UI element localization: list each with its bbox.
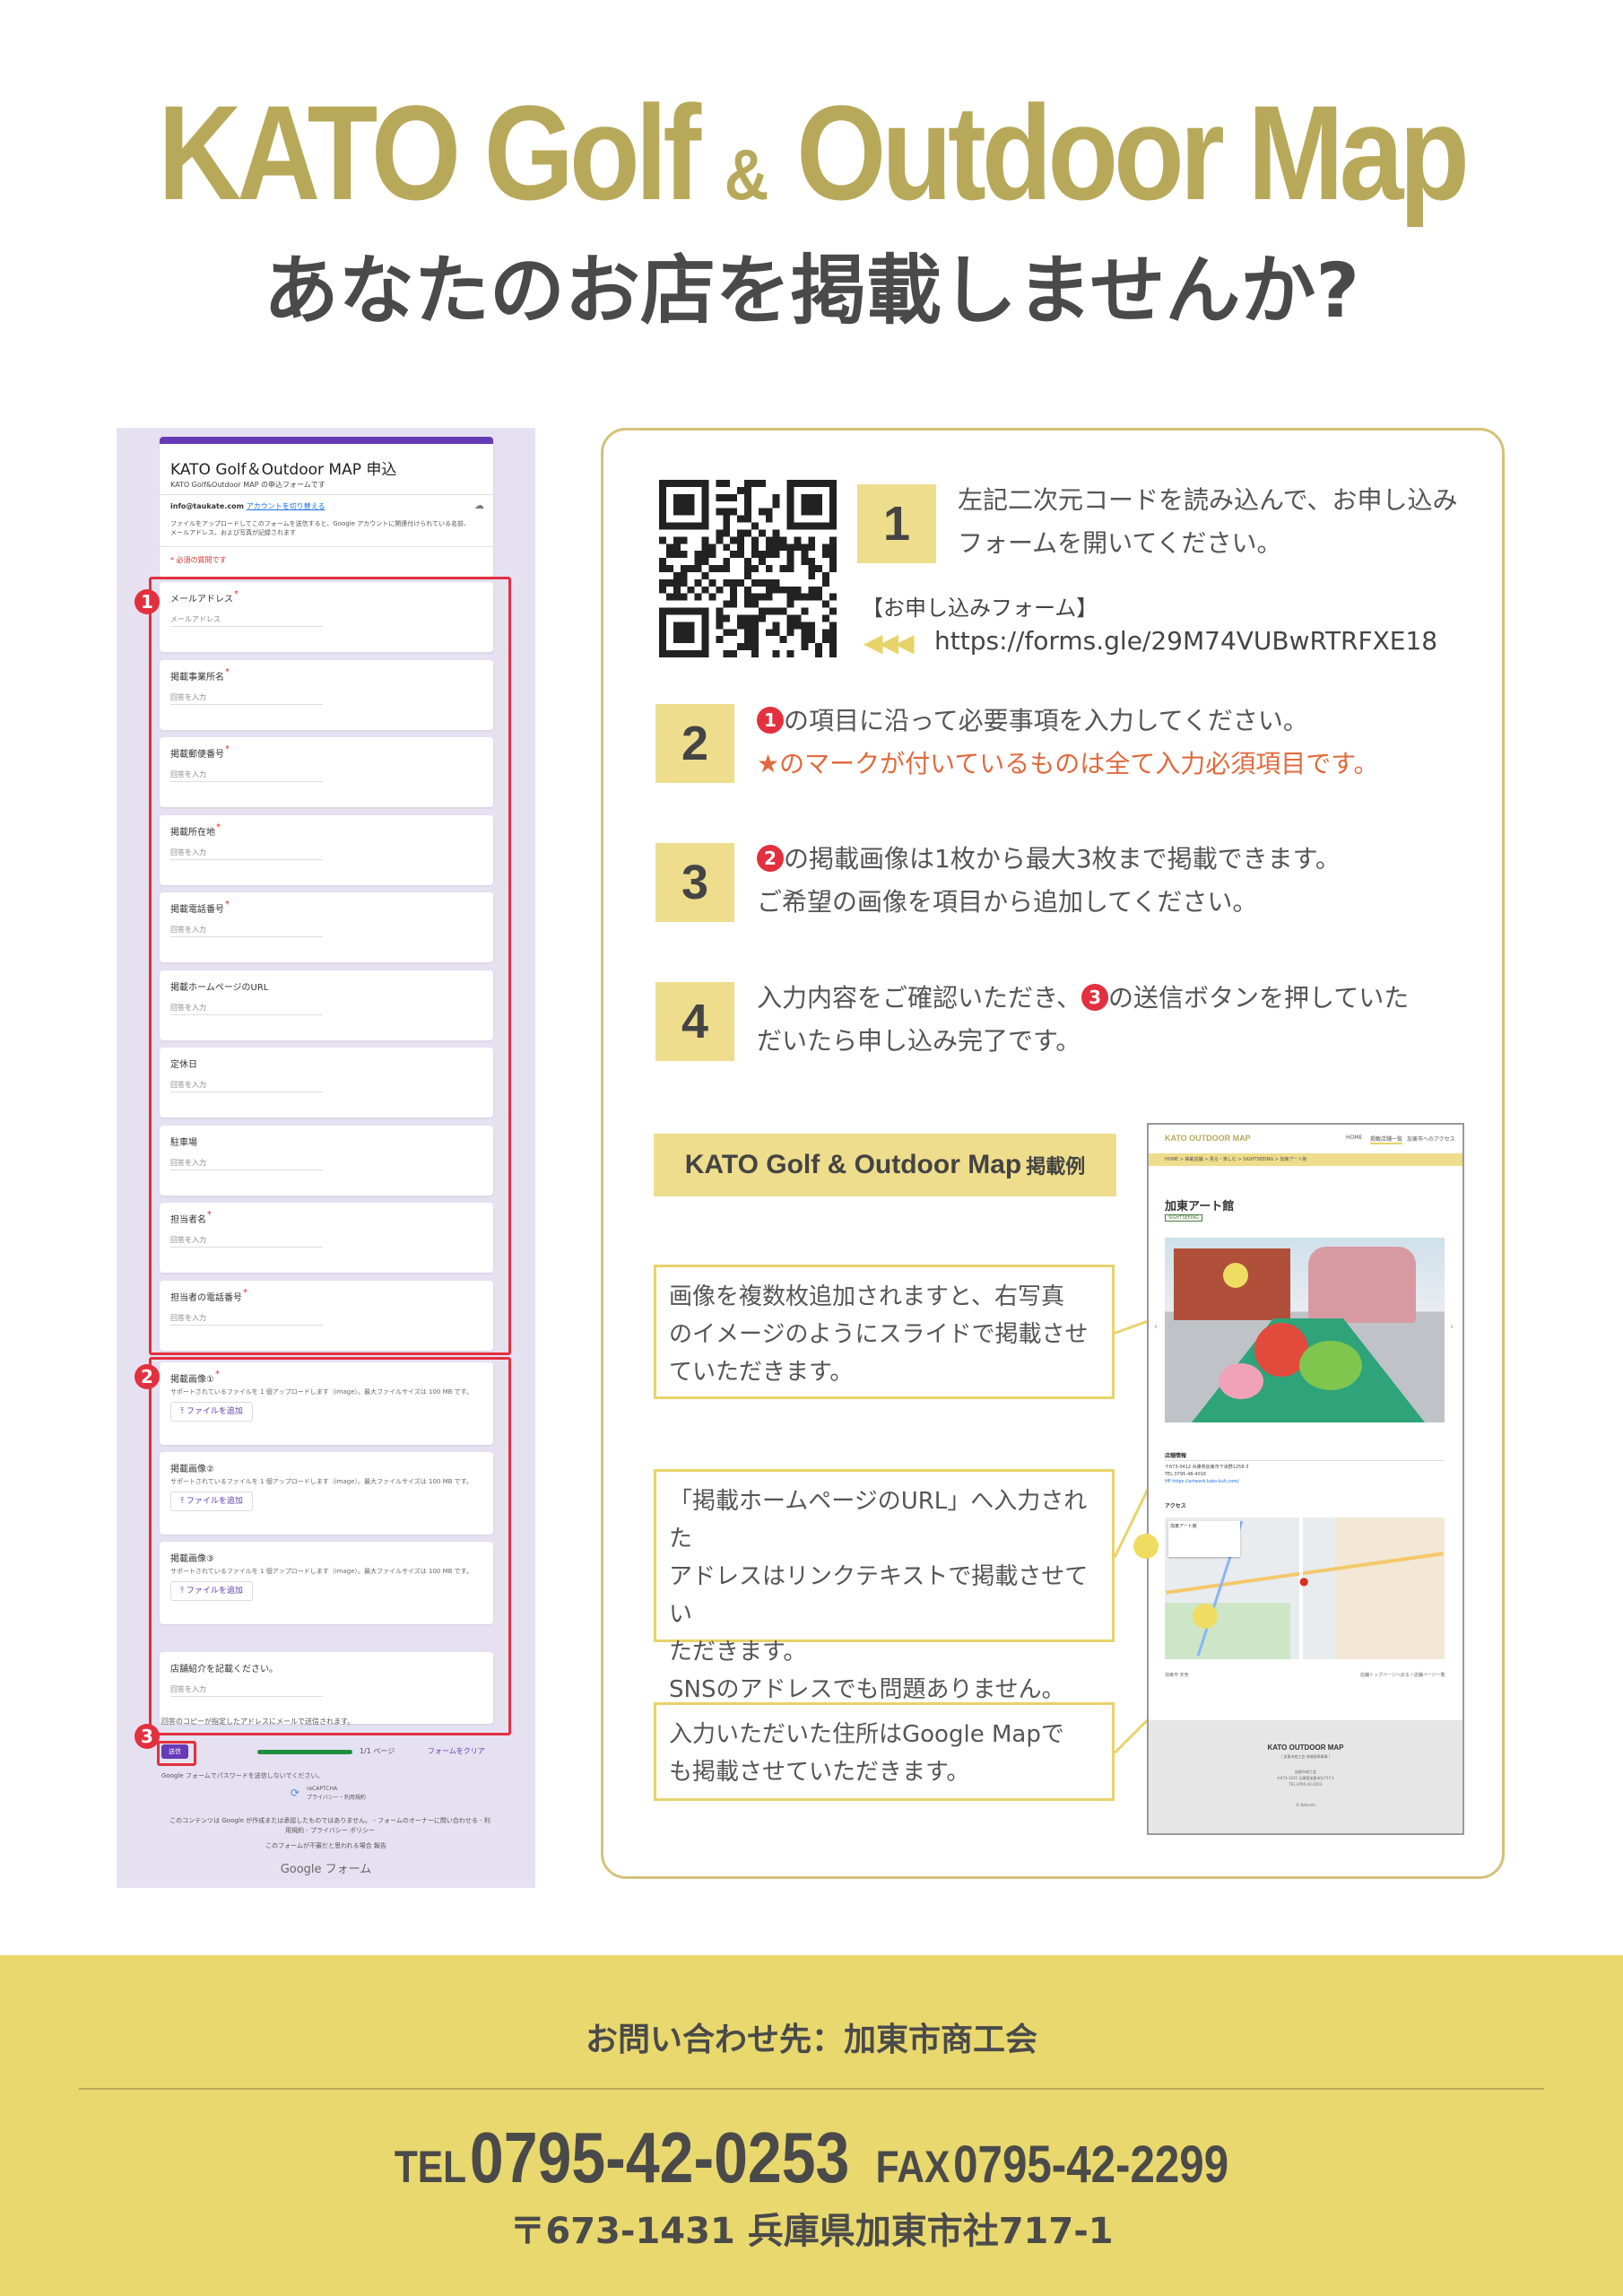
step-2-text: 1 の項目に沿って必要事項を入力してください。 ★のマークが付いているものは全て入… (757, 706, 1379, 778)
form-link-label: 【お申し込みフォーム】 (862, 596, 1098, 621)
badge-2: 2 (135, 1364, 160, 1389)
fax-number: 0795-42-2299 (953, 2135, 1229, 2194)
step-4-text: 入力内容をご確認いただき、 3 の送信ボタンを押していた だいたら申し込み完了です。 (757, 983, 1410, 1056)
divider (1165, 1460, 1445, 1461)
page-title: KATO Golf & Outdoor Map (114, 85, 1510, 220)
map-pin-icon: ● (1299, 1575, 1309, 1587)
qr-code-icon[interactable] (659, 480, 837, 657)
map-info-card: 加東アート館 (1168, 1521, 1240, 1557)
badge-3-inline: 3 (1081, 984, 1109, 1011)
title-part2: Outdoor Map (796, 77, 1470, 228)
report-note: このフォームが不審だと思われる場合 報告 (265, 1842, 386, 1849)
badge-1-inline: 1 (757, 707, 784, 734)
access-title: アクセス (1165, 1503, 1186, 1509)
note-google-map: 入力いただいた住所はGoogle Mapで も掲載させていただきます。 (654, 1702, 1115, 1801)
recaptcha-icon: ⟳ (291, 1787, 300, 1799)
highlight-dot (1193, 1604, 1218, 1629)
tel-number[interactable]: 0795-42-0253 (470, 2118, 849, 2197)
step-1-text: 左記二次元コードを読み込んで、お申し込み フォームを開いてください。 (958, 485, 1458, 558)
arrow-left-icon: ◀◀◀ (864, 628, 915, 657)
account-email: info@taukate.com アカウントを切り替える (170, 502, 325, 510)
page-indicator: 1/1 ページ (360, 1747, 395, 1755)
step-3-text: 2 の掲載画像は1枚から最大3枚まで掲載できます。 ご希望の画像を項目から追加して… (757, 844, 1341, 917)
step-1-number: 1 (857, 484, 936, 563)
recaptcha-label: reCAPTCHA (307, 1786, 338, 1792)
google-forms-logo: Google フォーム (280, 1863, 372, 1876)
title-part1: KATO Golf (158, 77, 701, 228)
step-2-number: 2 (655, 704, 734, 783)
form-footer-note: このコンテンツは Google が作成または承認したものではありません。 - フ… (169, 1817, 490, 1834)
highlight-dot (1133, 1534, 1159, 1559)
slide-prev-icon[interactable]: ‹ (1154, 1322, 1158, 1332)
divider (160, 546, 493, 547)
note-slideshow: 画像を複数枚追加されますと、右写真 のイメージのようにスライドで掲載させ ていた… (654, 1265, 1115, 1399)
required-notice: * 必須の質問です (170, 556, 227, 564)
form-description: KATO Golf&Outdoor MAP の申込フォームです (170, 481, 325, 489)
tel-label: TEL (394, 2142, 467, 2192)
site-photo (1165, 1238, 1445, 1422)
map-caption: 加東市 天気 (1165, 1673, 1189, 1678)
slide-next-icon[interactable]: › (1450, 1322, 1454, 1332)
progress-bar (257, 1750, 352, 1754)
shop-homepage-link[interactable]: HP https://artwork.kato-kuh.com/ (1165, 1478, 1248, 1485)
note-homepage-url: 「掲載ホームページのURL」へ入力された アドレスはリンクテキストで掲載させてい… (654, 1469, 1115, 1703)
form-header-card: KATO Golf＆Outdoor MAP 申込 KATO Golf&Outdo… (160, 437, 493, 578)
site-nav-shops[interactable]: 掲載店舗一覧 (1370, 1135, 1403, 1144)
submit-button[interactable]: 送信 (161, 1744, 188, 1759)
site-copyright: © Kato-shi (1296, 1803, 1315, 1807)
site-footer-lines: 加東市商工会 〒673-1431 兵庫県加東市社717-1 TEL 0795-4… (1276, 1770, 1335, 1787)
recaptcha-links[interactable]: プライバシー・利用規約 (307, 1793, 366, 1801)
website-example: KATO OUTDOOR MAP HOME 掲載店舗一覧 加東市へのアクセス H… (1147, 1123, 1464, 1835)
form-title: KATO Golf＆Outdoor MAP 申込 (170, 461, 397, 479)
highlight-dot (1223, 1263, 1248, 1288)
step-3-number: 3 (655, 843, 734, 922)
switch-account-link[interactable]: アカウントを切り替える (247, 502, 325, 510)
site-page-title: 加東アート館 (1165, 1200, 1235, 1213)
badge-2-inline: 2 (757, 845, 784, 872)
password-warning: Google フォームでパスワードを送信しないでください。 (161, 1772, 324, 1779)
shop-info-title: 店舗情報 (1165, 1453, 1187, 1459)
divider (79, 2088, 1544, 2090)
site-nav-access[interactable]: 加東市へのアクセス (1407, 1135, 1455, 1143)
page-subtitle: あなたのお店を掲載しませんか? (263, 247, 1360, 335)
contact-phone-fax: TEL 0795-42-0253 FAX 0795-42-2299 (122, 2117, 1502, 2199)
badge-3: 3 (135, 1724, 160, 1749)
badge-1: 1 (135, 589, 160, 614)
site-logo: KATO OUTDOOR MAP (1165, 1134, 1251, 1143)
cloud-icon: ☁ (474, 500, 484, 511)
site-map[interactable]: 加東アート館 ● (1165, 1518, 1445, 1659)
site-footer: KATO OUTDOOR MAP ［ 加東市商工会 地域振興事業 ］ 加東市商工… (1149, 1720, 1462, 1833)
shop-info-lines: 〒673-0412 兵庫県加東市下滝野1258-3 TEL 0795-48-40… (1165, 1465, 1249, 1485)
step-4-number: 4 (655, 982, 734, 1061)
site-footer-logo: KATO OUTDOOR MAP (1267, 1744, 1344, 1752)
title-amp: & (724, 135, 769, 214)
clear-form-button[interactable]: フォームをクリア (428, 1746, 485, 1756)
divider (160, 494, 493, 495)
contact-address: 〒673-1431 兵庫県加東市社717-1 (509, 2211, 1114, 2252)
upload-notice: ファイルをアップロードしてこのフォームを送信すると、Google アカウントに関… (170, 520, 470, 536)
site-nav-home[interactable]: HOME (1346, 1135, 1362, 1141)
highlight-section-2 (149, 1357, 511, 1735)
site-back-link[interactable]: 店舗トップページへ戻る / 店舗ページ一覧 (1360, 1672, 1445, 1678)
site-breadcrumb: HOME > 掲載店舗 > 見る・楽しむ > SIGHTSEEING > 加東ア… (1165, 1157, 1307, 1162)
form-screenshot: KATO Golf＆Outdoor MAP 申込 KATO Golf&Outdo… (117, 428, 535, 1888)
fax-label: FAX (875, 2142, 950, 2192)
example-label: KATO Golf & Outdoor Map 掲載例 (654, 1134, 1116, 1196)
contact-heading: お問い合わせ先：加東市商工会 (585, 2022, 1037, 2058)
copy-notice: 回答のコピーが指定したアドレスにメールで送信されます。 (161, 1718, 355, 1726)
site-category-tag: SIGHTSEEING (1165, 1214, 1202, 1222)
highlight-section-1 (149, 577, 511, 1355)
form-url-link[interactable]: https://forms.gle/29M74VUBwRTRFXE18 (934, 626, 1437, 656)
